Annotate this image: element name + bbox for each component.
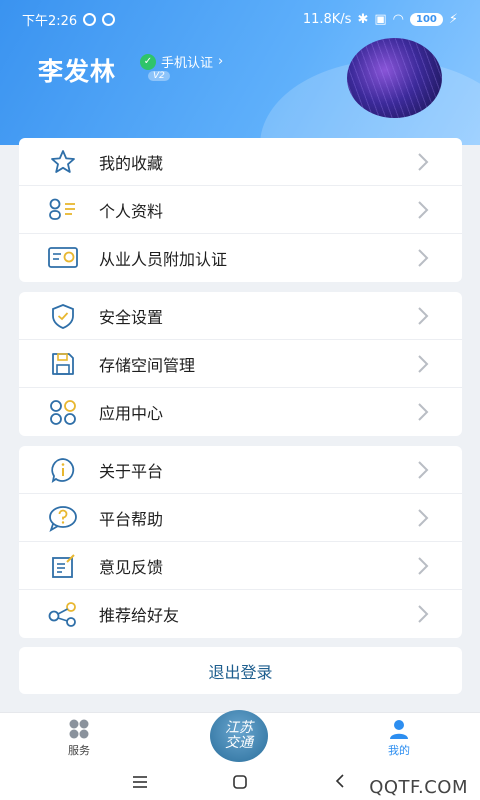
menu-item-label: 意见反馈 [99,557,164,577]
tab-mine-label: 我的 [388,744,410,757]
certificate-icon [43,243,83,273]
feedback-icon [43,551,83,581]
menu-group-settings: 安全设置 存储空间管理 应用中心 [19,292,462,436]
sim-icon: ▣ [374,11,387,27]
logo-text-top: 江苏 [225,720,253,736]
chevron-right-icon [418,557,429,575]
logo-text-bottom: 交通 [225,735,253,751]
status-time: 下午2:26 [22,13,78,29]
app-grid-icon [43,397,83,427]
menu-item-label: 安全设置 [99,307,164,327]
menu-item-profile[interactable]: 个人资料 [19,186,462,234]
jiangsu-transport-logo-button[interactable]: 江苏 交通 [210,710,268,762]
status-bar: 下午2:26 11.8K/s ✱ ▣ ◠ 100 ⚡ [0,0,480,38]
menu-item-label: 平台帮助 [99,509,164,529]
menu-icon[interactable] [132,775,148,789]
chevron-right-icon [418,403,429,421]
phone-verify-link[interactable]: ✓ 手机认证 › [140,52,223,71]
chevron-right-icon [418,249,429,267]
charging-icon: ⚡ [448,11,458,27]
home-icon[interactable] [232,774,248,790]
level-badge: V2 [148,71,170,81]
bluetooth-icon: ✱ [357,11,369,27]
avatar[interactable] [347,38,442,118]
network-speed: 11.8K/s [302,11,352,27]
menu-item-help[interactable]: 平台帮助 [19,494,462,542]
chevron-right-icon [418,461,429,479]
chevron-right-icon [418,153,429,171]
menu-item-label: 存储空间管理 [99,355,196,375]
menu-item-label: 个人资料 [99,201,164,221]
menu-group-account: 我的收藏 个人资料 从业人员附加认证 [19,138,462,282]
chevron-right-icon [418,355,429,373]
menu-item-certification[interactable]: 从业人员附加认证 [19,234,462,282]
user-name: 李发林 [38,57,117,86]
chevron-right-icon [418,605,429,623]
menu-item-label: 关于平台 [99,461,164,481]
back-icon[interactable] [334,773,346,789]
notification-icon [102,12,116,26]
menu-item-label: 我的收藏 [99,153,164,173]
logout-button[interactable]: 退出登录 [19,647,462,694]
share-icon [43,599,83,629]
menu-item-app-center[interactable]: 应用中心 [19,388,462,436]
service-grid-icon [69,719,89,739]
wifi-icon: ◠ [392,11,404,27]
menu-item-label: 推荐给好友 [99,606,180,625]
verified-check-icon: ✓ [140,53,156,70]
menu-item-security[interactable]: 安全设置 [19,292,462,340]
info-icon [43,455,83,485]
menu-item-recommend[interactable]: 推荐给好友 [19,590,462,638]
verify-label: 手机认证 [161,56,214,71]
chevron-right-icon [418,201,429,219]
menu-item-favorites[interactable]: 我的收藏 [19,138,462,186]
floppy-disk-icon [43,349,83,379]
tab-mine[interactable]: 我的 [369,719,429,758]
sync-icon [83,12,97,26]
profile-list-icon [43,195,83,225]
menu-item-label: 应用中心 [99,404,164,423]
chevron-right-icon [418,307,429,325]
help-icon [43,503,83,533]
battery-indicator: 100 [409,12,443,26]
shield-icon [43,301,83,331]
menu-group-platform: 关于平台 平台帮助 意见反馈 推荐给好友 [19,446,462,638]
chevron-right-icon [418,509,429,527]
chevron-right-icon: › [218,54,224,69]
menu-item-label: 从业人员附加认证 [99,250,228,269]
tab-service[interactable]: 服务 [49,719,109,758]
tab-service-label: 服务 [68,744,90,757]
star-icon [43,147,83,177]
menu-item-feedback[interactable]: 意见反馈 [19,542,462,590]
watermark: QQTF.COM [369,777,468,798]
person-icon [390,720,408,739]
menu-item-storage[interactable]: 存储空间管理 [19,340,462,388]
menu-item-about[interactable]: 关于平台 [19,446,462,494]
